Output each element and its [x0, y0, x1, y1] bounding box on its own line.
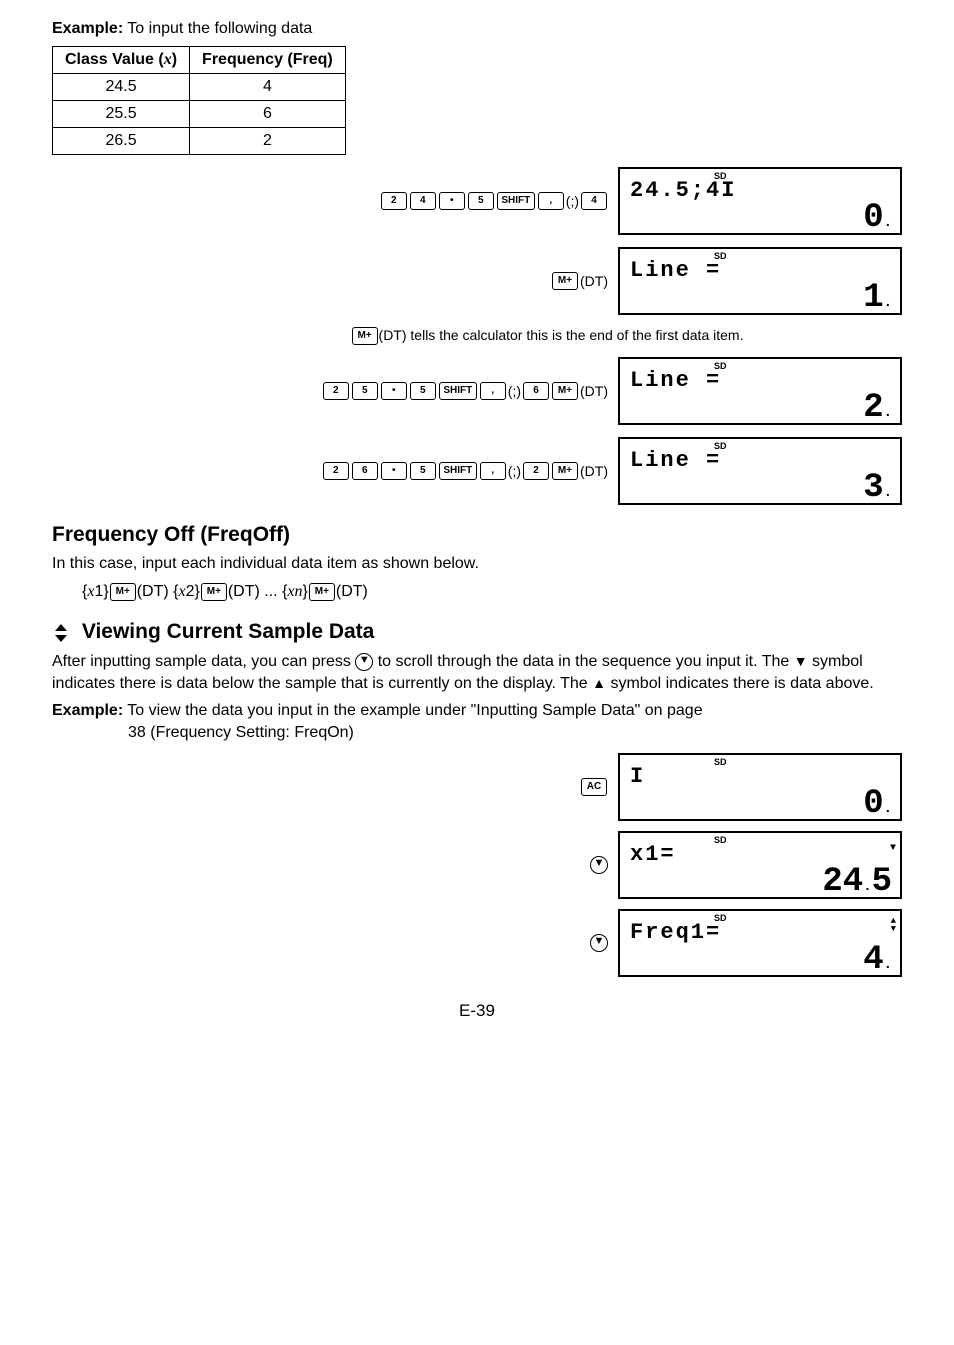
display-line2: 4. — [863, 943, 892, 977]
key-mplus: M+ — [309, 583, 335, 601]
calc-display-freq1: SD Freq1= ▲▼ 4. — [618, 909, 902, 977]
key-2: 2 — [381, 192, 407, 210]
display-line1: I — [630, 764, 645, 789]
freqoff-heading: Frequency Off (FreqOff) — [52, 523, 902, 547]
semi-label: (;) — [508, 383, 521, 399]
semi-label: (;) — [508, 463, 521, 479]
down-indicator-icon: ▼ — [890, 843, 896, 854]
display-line2: 2. — [863, 391, 892, 425]
display-line1: Line = — [630, 258, 721, 283]
key-4: 4 — [410, 192, 436, 210]
viewing-heading: Viewing Current Sample Data — [52, 620, 902, 644]
example-text: To input the following data — [123, 20, 312, 37]
class-frequency-table: Class Value (x)Class Value (x) Frequency… — [52, 46, 346, 155]
semi-label: (;) — [566, 193, 579, 209]
view-row-1: AC SD I 0. — [52, 753, 902, 821]
key-shift: SHIFT — [497, 192, 535, 210]
key-comma: , — [480, 462, 506, 480]
input-row-2: M+ (DT) SD Line = 1. — [52, 247, 902, 315]
dt-label: (DT) — [580, 463, 608, 479]
key-shift: SHIFT — [439, 382, 477, 400]
key-comma: , — [480, 382, 506, 400]
key-ac: AC — [581, 778, 607, 796]
key-mplus: M+ — [352, 327, 378, 345]
dt-note: M+(DT) tells the calculator this is the … — [192, 327, 902, 345]
freqoff-body: In this case, input each individual data… — [52, 553, 902, 575]
display-line2: 24.5 — [822, 865, 892, 899]
down-key-icon: ▼ — [590, 934, 608, 952]
key-sequence-2: M+ (DT) — [551, 272, 608, 290]
sd-indicator: SD — [714, 835, 727, 845]
viewing-p1: After inputting sample data, you can pre… — [52, 651, 902, 694]
key-dot: • — [439, 192, 465, 210]
table-cell: 25.5 — [53, 101, 190, 128]
key-4: 4 — [581, 192, 607, 210]
display-line1: Freq1= — [630, 920, 721, 945]
dt-label: (DT) — [580, 383, 608, 399]
calc-display-ac: SD I 0. — [618, 753, 902, 821]
input-row-1: 2 4 • 5 SHIFT , (;) 4 SD 24.5;4I 0. — [52, 167, 902, 235]
key-2: 2 — [323, 462, 349, 480]
table-cell: 26.5 — [53, 128, 190, 155]
display-line2: 1. — [863, 281, 892, 315]
display-line1: Line = — [630, 368, 721, 393]
key-sequence-3: 2 5 • 5 SHIFT , (;) 6 M+ (DT) — [322, 382, 608, 400]
key-sequence-1: 2 4 • 5 SHIFT , (;) 4 — [380, 192, 608, 210]
key-dot: • — [381, 462, 407, 480]
key-5: 5 — [410, 382, 436, 400]
key-mplus: M+ — [110, 583, 136, 601]
table-cell: 24.5 — [53, 74, 190, 101]
table-header-freq: Frequency (Freq) — [190, 47, 346, 74]
example-intro: Example: To input the following data — [52, 20, 902, 38]
key-mplus: M+ — [552, 272, 578, 290]
freqoff-seq: {x1}M+(DT) {x2}M+(DT) ... {xn}M+(DT) — [82, 581, 902, 603]
view-row-2: ▼ SD x1= ▼ 24.5 — [52, 831, 902, 899]
key-dot: • — [381, 382, 407, 400]
calc-display-x1: SD x1= ▼ 24.5 — [618, 831, 902, 899]
key-mplus: M+ — [552, 382, 578, 400]
down-key-icon: ▼ — [590, 856, 608, 874]
input-row-3: 2 5 • 5 SHIFT , (;) 6 M+ (DT) SD Line = … — [52, 357, 902, 425]
example-label: Example: — [52, 20, 123, 37]
viewing-example: Example: To view the data you input in t… — [52, 700, 902, 743]
display-line2: 3. — [863, 471, 892, 505]
key-2: 2 — [323, 382, 349, 400]
table-header-class: Class Value (x)Class Value (x) — [53, 47, 190, 74]
up-triangle-icon: ▲ — [592, 675, 606, 691]
dt-label: (DT) — [580, 273, 608, 289]
down-key-icon: ▼ — [355, 653, 373, 671]
down-triangle-icon: ▼ — [794, 653, 808, 669]
key-sequence-4: 2 6 • 5 SHIFT , (;) 2 M+ (DT) — [322, 462, 608, 480]
calc-display-4: SD Line = 3. — [618, 437, 902, 505]
display-line2: 0. — [863, 787, 892, 821]
key-comma: , — [538, 192, 564, 210]
page-number: E-39 — [52, 1001, 902, 1021]
key-2: 2 — [523, 462, 549, 480]
sd-indicator: SD — [714, 757, 727, 767]
display-line1: x1= — [630, 842, 676, 867]
key-mplus: M+ — [201, 583, 227, 601]
key-5: 5 — [410, 462, 436, 480]
key-5: 5 — [468, 192, 494, 210]
table-cell: 2 — [190, 128, 346, 155]
key-5: 5 — [352, 382, 378, 400]
key-6: 6 — [523, 382, 549, 400]
key-6: 6 — [352, 462, 378, 480]
view-row-3: ▼ SD Freq1= ▲▼ 4. — [52, 909, 902, 977]
key-shift: SHIFT — [439, 462, 477, 480]
input-row-4: 2 6 • 5 SHIFT , (;) 2 M+ (DT) SD Line = … — [52, 437, 902, 505]
display-line1: Line = — [630, 448, 721, 473]
calc-display-3: SD Line = 2. — [618, 357, 902, 425]
updown-icon — [52, 621, 70, 645]
display-line1: 24.5;4I — [630, 178, 736, 203]
updown-indicator-icon: ▲▼ — [891, 917, 896, 933]
calc-display-2: SD Line = 1. — [618, 247, 902, 315]
calc-display-1: SD 24.5;4I 0. — [618, 167, 902, 235]
table-cell: 4 — [190, 74, 346, 101]
display-line2: 0. — [863, 201, 892, 235]
key-mplus: M+ — [552, 462, 578, 480]
table-cell: 6 — [190, 101, 346, 128]
